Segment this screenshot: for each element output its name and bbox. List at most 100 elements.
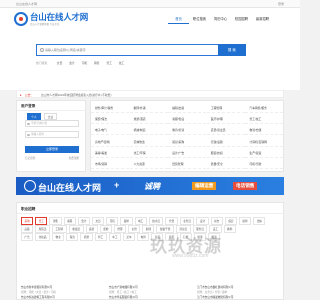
job-tag[interactable]: 收银员 xyxy=(68,225,84,233)
password-field[interactable]: 请输入密码 xyxy=(25,131,79,138)
site-logo[interactable]: 台山在线人才网 台山人才招聘求职 专业平台 xyxy=(14,11,88,27)
job-category-link[interactable]: 设计/广告 xyxy=(168,148,207,158)
job-tag[interactable]: 仓管 xyxy=(165,217,178,225)
job-tag[interactable]: 保洁 xyxy=(66,233,79,241)
job-tag[interactable]: 经理 xyxy=(113,225,127,233)
job-tag[interactable]: 后勤 xyxy=(21,225,34,233)
job-category-link[interactable]: 物流/仓储 xyxy=(245,125,284,136)
job-category-link[interactable]: 保安/保洁 xyxy=(91,114,129,125)
job-tag[interactable]: 跟单 xyxy=(120,217,133,225)
job-tag[interactable]: 品管 xyxy=(85,225,98,233)
job-tag[interactable]: 普工 xyxy=(35,217,48,225)
search-input[interactable] xyxy=(37,45,219,56)
nav-item-job-search[interactable]: 职位搜索 xyxy=(189,14,210,24)
job-tag[interactable]: 销售 xyxy=(49,217,62,225)
job-tag[interactable]: 电工 xyxy=(134,217,147,225)
username-field[interactable]: 手机号/用户名 xyxy=(25,120,79,127)
top-bar-login-link[interactable]: 登录 xyxy=(278,2,284,6)
job-tag[interactable]: 客服 xyxy=(63,217,76,225)
job-category-link[interactable]: 农林牧渔 xyxy=(129,137,168,147)
job-category-link[interactable]: 店员/营业员 xyxy=(206,125,245,136)
nav-item-resume-center[interactable]: 简历中心 xyxy=(210,14,231,24)
hot-search-link[interactable]: 会计 xyxy=(69,61,75,65)
hot-search-link[interactable]: 司机 xyxy=(82,61,88,65)
job-tag[interactable]: 化妆品 xyxy=(35,233,50,241)
company-link[interactable]: 江门市台山市顺发物流有限公司 xyxy=(197,295,281,299)
job-category-link[interactable]: 旅游/酒店 xyxy=(129,114,168,125)
job-category-link[interactable]: 翻译/外语 xyxy=(129,103,168,113)
job-category-link[interactable]: 美容/美发 xyxy=(91,148,129,158)
job-category-link[interactable]: 房地产/建筑 xyxy=(91,137,129,147)
job-tag[interactable]: 主管 xyxy=(128,225,141,233)
company-job-summary[interactable]: 招聘：业务员 / 仓管 / 跟单 xyxy=(197,290,281,294)
company-job-summary[interactable]: 招聘：普工 / 技工 / 电工 xyxy=(109,290,193,294)
job-tag[interactable]: 会计 xyxy=(77,217,90,225)
job-category-link[interactable]: 服装/纺织 xyxy=(206,148,245,158)
nav-item-campus[interactable]: 校园招聘 xyxy=(231,14,252,24)
job-tag[interactable]: 教师 xyxy=(223,225,236,233)
job-category-link[interactable]: 编辑/出版 xyxy=(168,103,207,113)
job-category-link[interactable]: 电子/电气 xyxy=(91,125,129,136)
hot-search-link[interactable]: 技工 xyxy=(119,61,125,65)
company-link[interactable]: 台山市华美服装有限公司 xyxy=(109,295,193,299)
job-tag[interactable]: 叉车 xyxy=(122,233,136,241)
job-category-link[interactable]: 人力资源 xyxy=(129,159,168,169)
job-tag[interactable]: 设计 xyxy=(196,217,209,225)
company-job-summary[interactable]: 招聘：销售 / 文员 / 会计 / 司机 xyxy=(21,290,105,294)
job-tag[interactable]: 质检 xyxy=(99,225,112,233)
job-category-link[interactable]: 贸易/采购 xyxy=(168,137,207,147)
job-category-link[interactable]: 普工/技工 xyxy=(245,114,284,125)
username-placeholder: 手机号/用户名 xyxy=(31,122,48,125)
login-button[interactable]: 立即登录 xyxy=(25,146,79,153)
company-link[interactable]: 江门市台山市鑫旺建材有限公司 xyxy=(197,285,281,289)
job-tag[interactable]: 厨师 xyxy=(239,217,252,225)
job-category-link[interactable]: 行政/后勤 xyxy=(206,137,245,147)
role-company-tab[interactable]: 企业 xyxy=(43,113,58,120)
job-category-link[interactable]: 医疗/护理 xyxy=(206,114,245,125)
register-link[interactable]: 免费注册 xyxy=(69,156,79,160)
hot-search-link[interactable]: 普工 xyxy=(106,61,112,65)
job-tag[interactable]: 技术员 xyxy=(148,217,164,225)
job-tag[interactable]: 前台 xyxy=(210,217,223,225)
job-category-link[interactable]: 司机/驾驶 xyxy=(245,159,284,169)
job-tag[interactable]: 司机 xyxy=(106,217,119,225)
job-category-link[interactable]: 计算机/互联网 xyxy=(245,137,284,147)
job-tag[interactable]: 业务员 xyxy=(179,217,195,225)
company-link[interactable]: 台山市恒达建筑工程有限公司 xyxy=(21,295,105,299)
forgot-password-link[interactable]: 忘记密码 xyxy=(25,156,35,160)
job-tag[interactable]: 采购 xyxy=(21,217,34,225)
nav-item-latest[interactable]: 最新招聘 xyxy=(252,14,273,24)
job-tag[interactable]: 文员 xyxy=(91,217,105,225)
job-tag[interactable]: 工程师 xyxy=(51,225,67,233)
job-tag[interactable]: 电焊 xyxy=(137,233,150,241)
job-category-link[interactable]: 汽车销售/服务 xyxy=(245,103,284,113)
job-category-link[interactable]: 财务/审计/税务 xyxy=(91,103,129,113)
job-tag[interactable]: 车工 xyxy=(108,233,121,241)
job-tag[interactable]: 物业 xyxy=(51,233,65,241)
hot-search-link[interactable]: 销售 xyxy=(94,61,100,65)
job-tag[interactable]: 焊工 xyxy=(94,233,107,241)
company-link[interactable]: 台山市新丰源贸易有限公司 xyxy=(21,285,105,289)
job-category-link[interactable]: 生产/营运 xyxy=(245,148,284,158)
hot-search-link[interactable]: 文员 xyxy=(57,61,63,65)
job-category-link[interactable]: 机械/制造 xyxy=(129,125,168,136)
company-link[interactable]: 台山市广源电器有限公司 xyxy=(109,285,193,289)
notice-text[interactable]: 台山市人才网2024年校园招聘会报名火热进行中 (不收费) xyxy=(41,93,111,97)
job-tag[interactable]: 机修 xyxy=(80,233,93,241)
job-category-link[interactable]: 教育/培训 xyxy=(168,125,207,136)
job-category-link[interactable]: 工程管理 xyxy=(206,103,245,113)
notice-bar: ▸ 公告： 台山市人才网2024年校园招聘会报名火热进行中 (不收费) xyxy=(16,90,284,98)
job-category-link[interactable]: 经营管理 xyxy=(168,159,207,169)
nav-item-home[interactable]: 首页 xyxy=(168,14,189,24)
role-personal-tab[interactable]: 个人 xyxy=(27,113,41,120)
job-tag[interactable]: 出纳 xyxy=(253,217,266,225)
job-tag[interactable]: 保安 xyxy=(224,217,237,225)
search-button[interactable]: 搜 索 xyxy=(217,44,246,57)
job-category-link[interactable]: 市场/营销 xyxy=(91,159,129,169)
recruit-banner[interactable]: 台山在线人才网 WWW.TSZXRC.COM + 诚聘 编辑运营 电话销售 xyxy=(16,177,284,195)
job-tag[interactable]: 理货员 xyxy=(35,225,50,233)
job-category-link[interactable]: 质量/安全 xyxy=(206,159,245,169)
job-category-link[interactable]: 化工/环保 xyxy=(129,148,168,158)
job-tag[interactable]: 广告 xyxy=(21,233,34,241)
job-category-link[interactable]: 客服/售后 xyxy=(168,114,207,125)
